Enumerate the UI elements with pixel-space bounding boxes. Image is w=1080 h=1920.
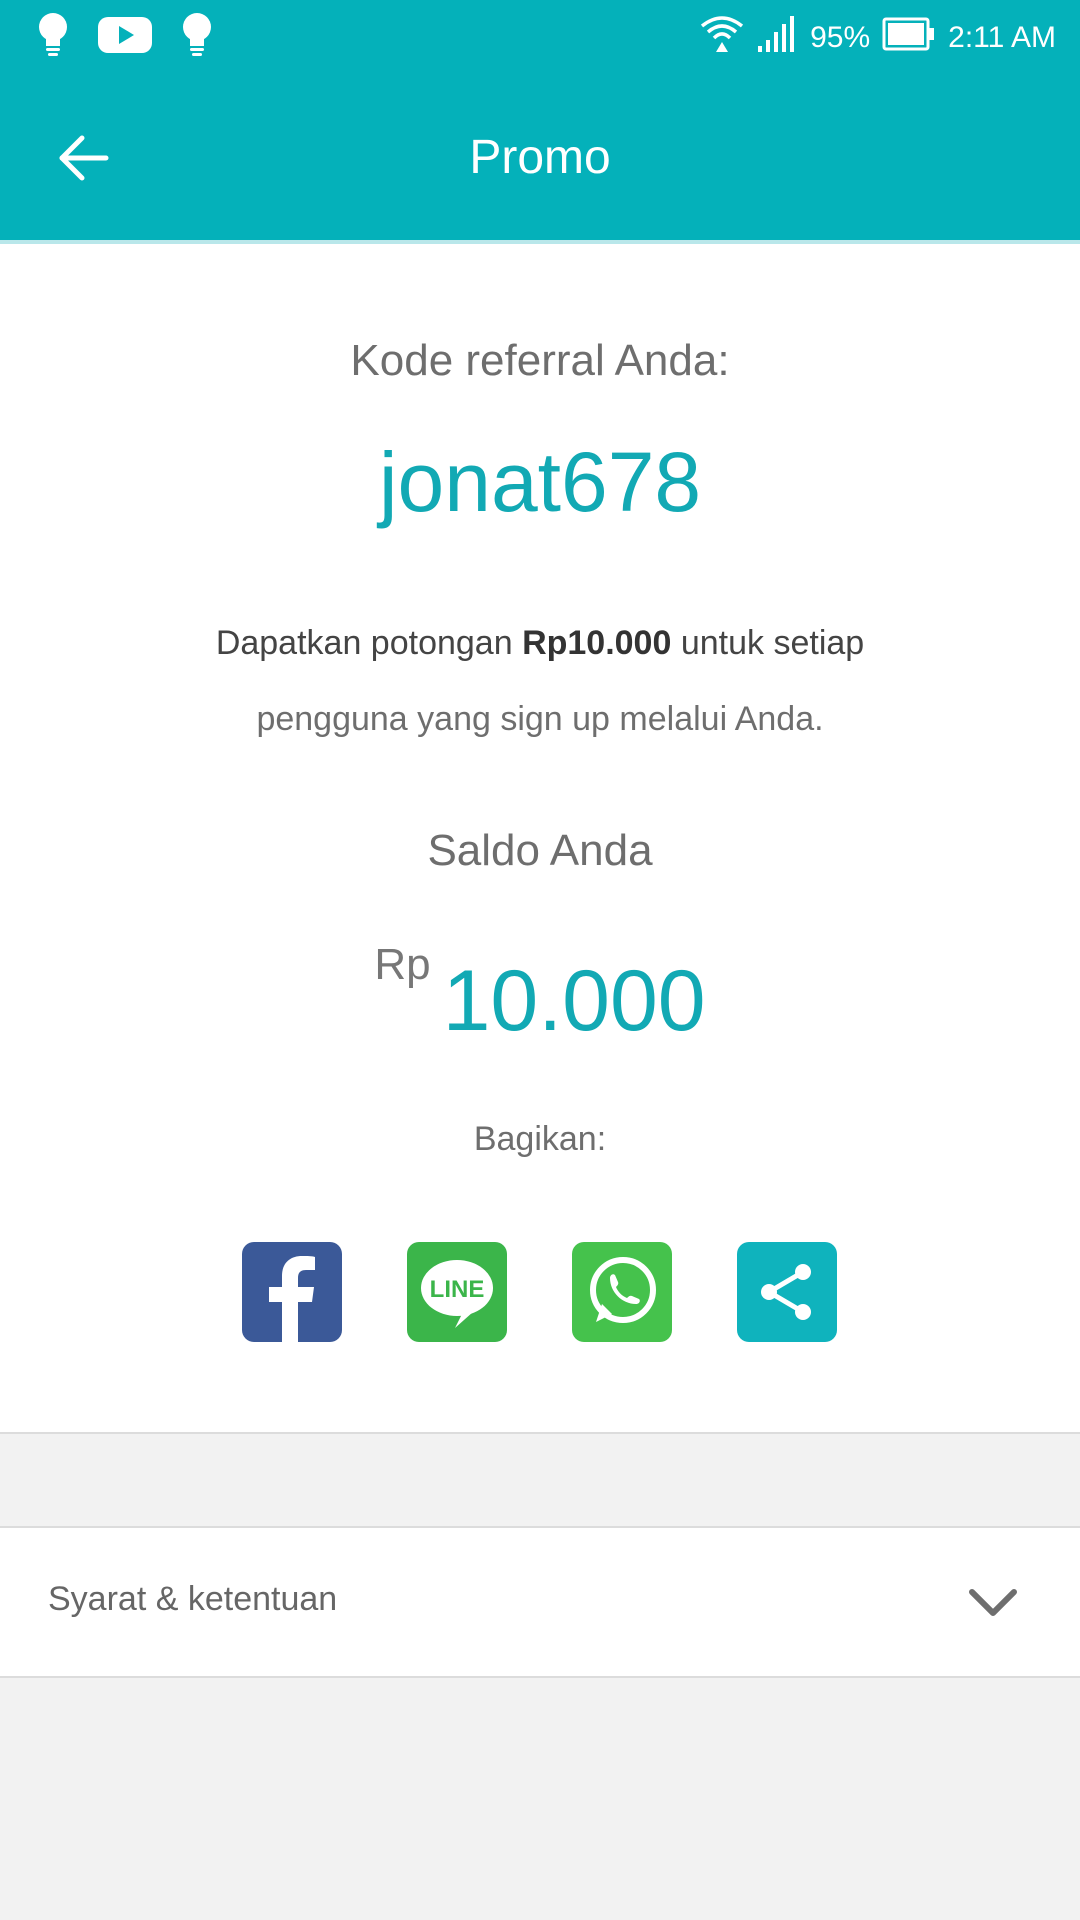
facebook-icon [269, 1256, 315, 1342]
referral-label: Kode referral Anda: [350, 336, 730, 385]
section-divider [0, 1432, 1080, 1434]
whatsapp-icon [590, 1257, 656, 1323]
promo-card: Kode referral Anda: jonat678 Dapatkan po… [0, 244, 1080, 1432]
section-divider [0, 1676, 1080, 1678]
status-bar: 95% 2:11 AM [0, 0, 1080, 74]
signal-icon [756, 14, 798, 62]
balance: Rp 10.000 [0, 940, 1080, 1051]
lightbulb-icon [36, 12, 70, 58]
share-buttons: LINE [242, 1242, 837, 1342]
battery-percent: 95% [810, 21, 871, 54]
wifi-icon [700, 14, 744, 62]
balance-amount: 10.000 [442, 953, 706, 1049]
description-suffix: untuk setiap [671, 624, 865, 662]
youtube-icon [98, 15, 152, 55]
app-bar: Promo [0, 74, 1080, 240]
system-status: 95% 2:11 AM [688, 14, 1056, 62]
balance-currency: Rp [374, 940, 431, 989]
description-line-1: Dapatkan potongan Rp10.000 untuk setiap [0, 624, 1080, 663]
notification-icons [36, 12, 242, 58]
whatsapp-share-button[interactable] [572, 1242, 672, 1342]
battery-icon [882, 17, 936, 59]
page-title: Promo [469, 131, 611, 184]
line-share-button[interactable]: LINE [407, 1242, 507, 1342]
line-icon: LINE [421, 1260, 493, 1328]
lightbulb-icon [180, 12, 214, 58]
description-line-2: pengguna yang sign up melalui Anda. [256, 700, 824, 738]
terms-label: Syarat & ketentuan [48, 1580, 338, 1618]
balance-label: Saldo Anda [427, 826, 653, 875]
facebook-share-button[interactable] [242, 1242, 342, 1342]
share-icon [761, 1264, 811, 1320]
share-label: Bagikan: [473, 1120, 607, 1158]
referral-code[interactable]: jonat678 [0, 434, 1080, 531]
description-amount: Rp10.000 [522, 624, 672, 662]
description-prefix: Dapatkan potongan [215, 624, 523, 662]
line-icon-text: LINE [430, 1276, 485, 1303]
chevron-down-icon[interactable] [966, 1576, 1020, 1630]
clock: 2:11 AM [948, 21, 1056, 54]
share-button[interactable] [737, 1242, 837, 1342]
terms-accordion[interactable]: Syarat & ketentuan [0, 1528, 1080, 1676]
